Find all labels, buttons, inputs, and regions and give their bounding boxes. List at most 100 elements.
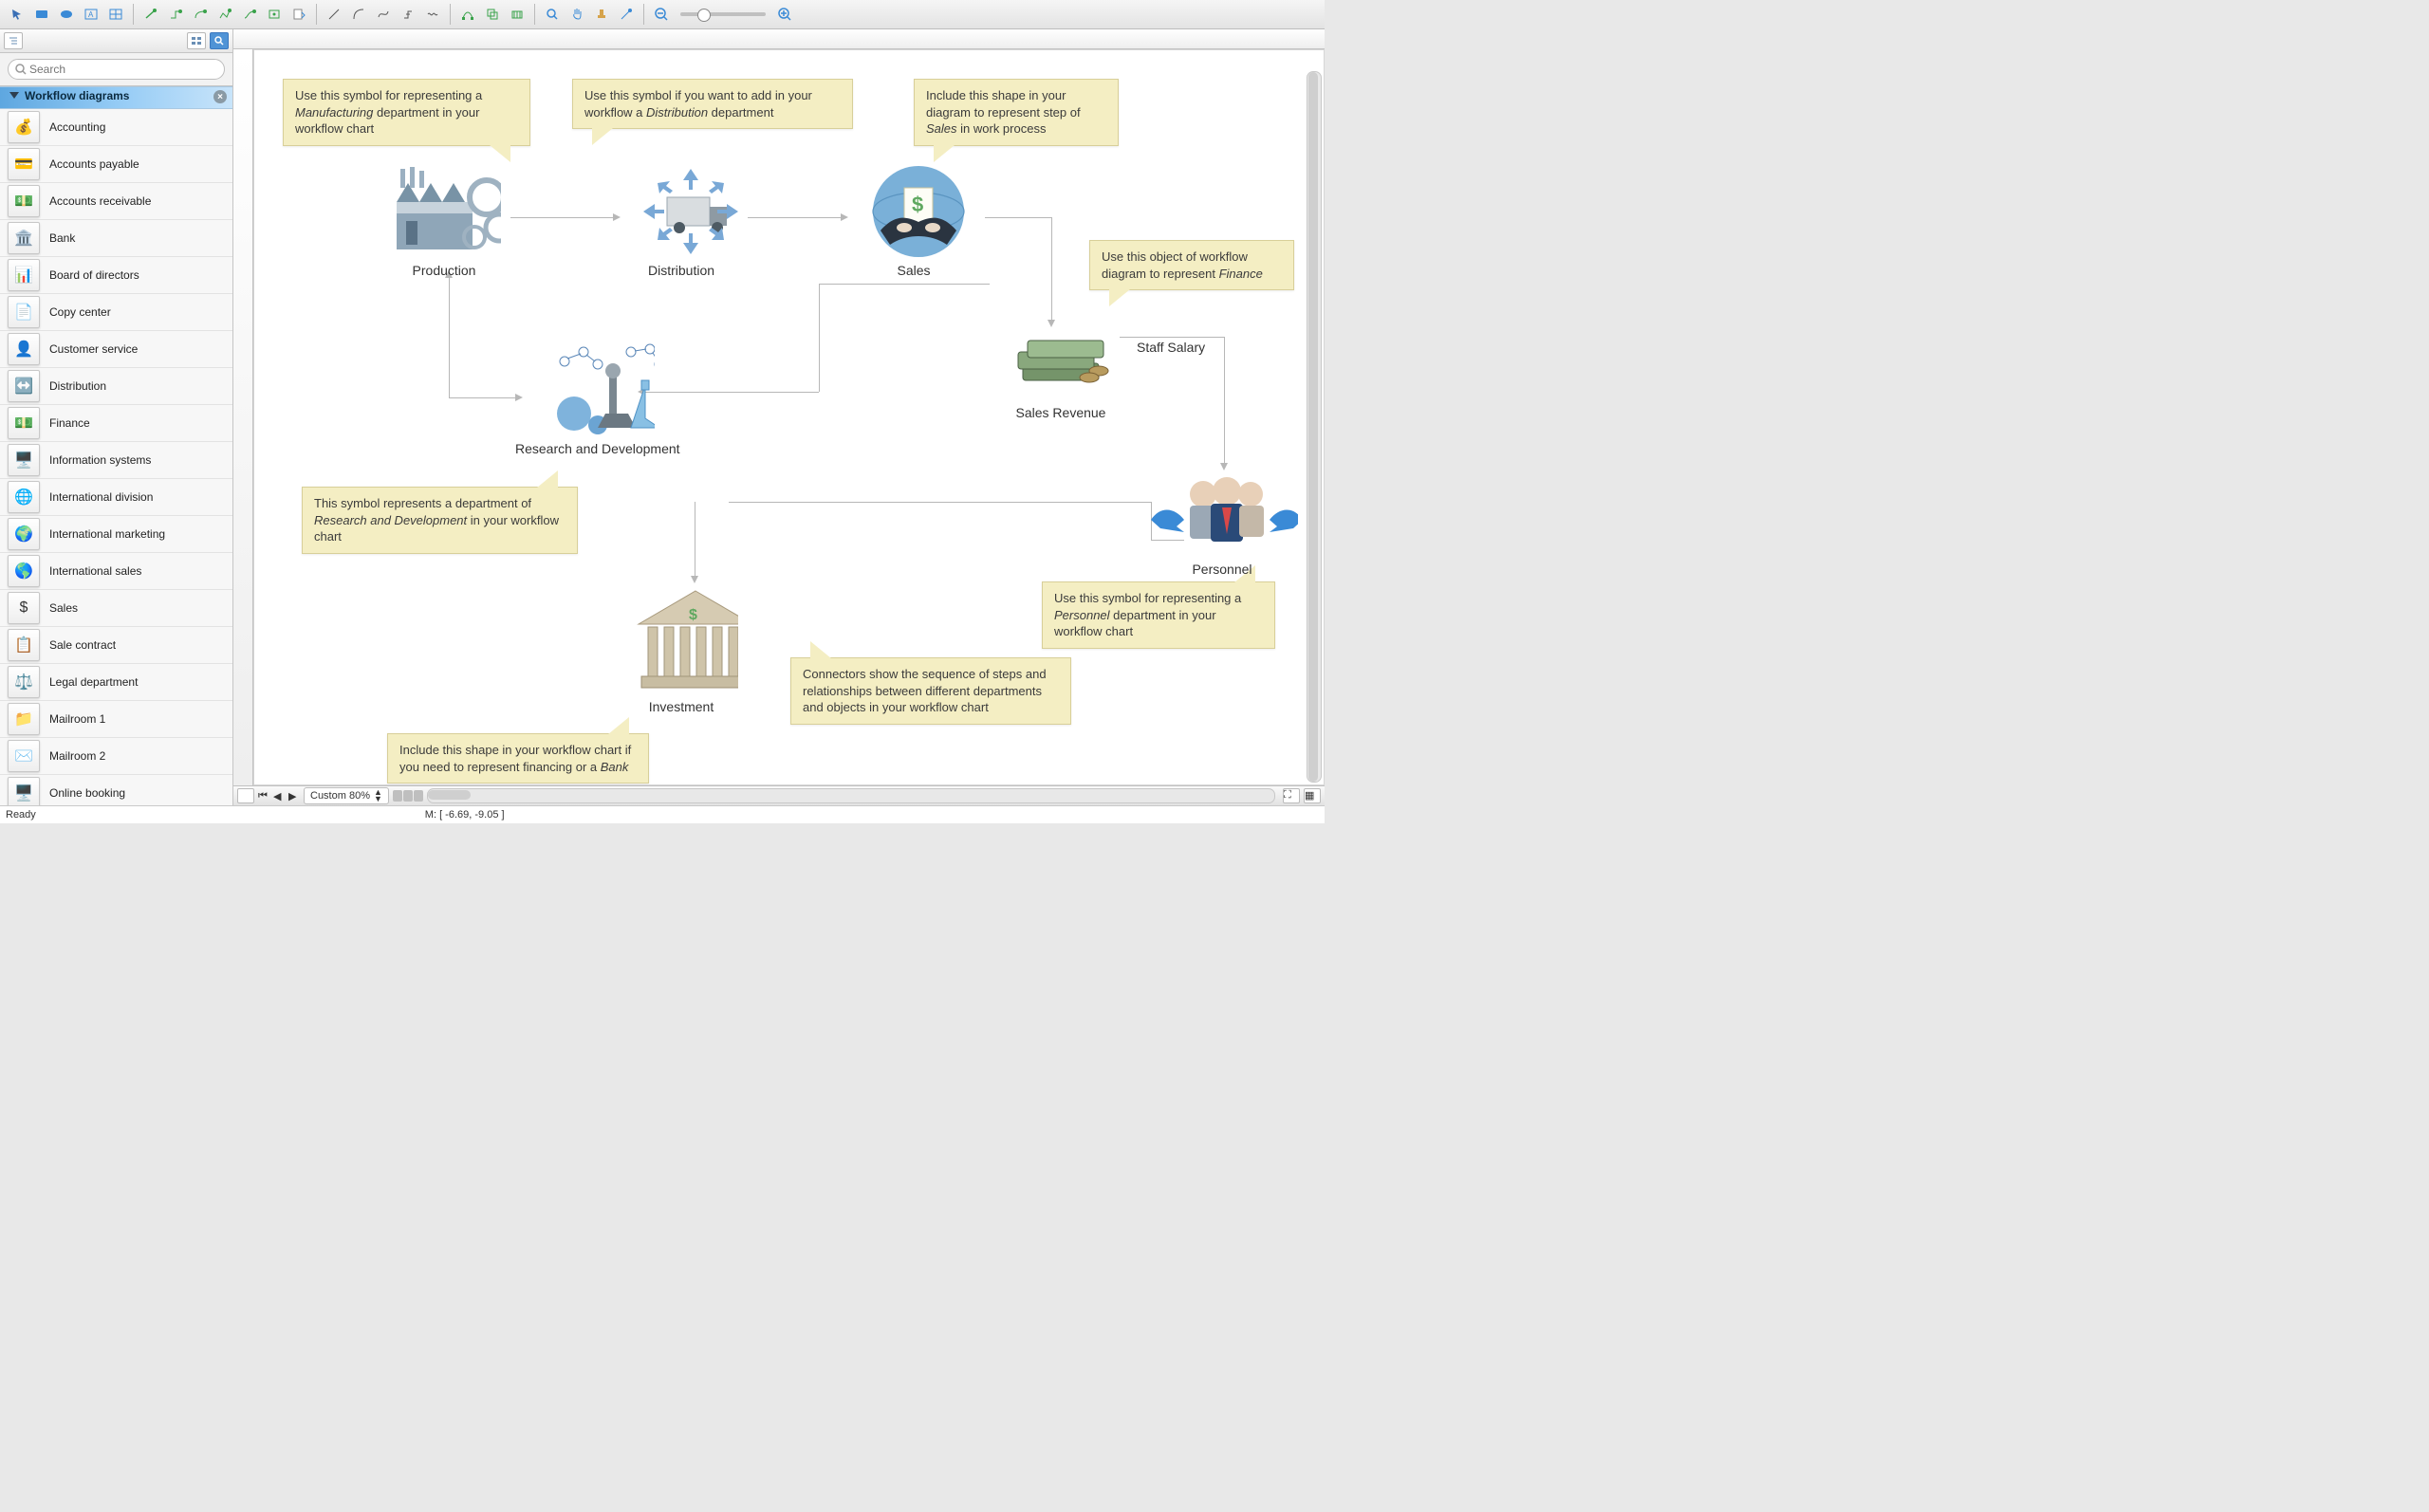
tool-edit-nodes-2[interactable] bbox=[481, 3, 504, 26]
zoom-level-picker[interactable]: Custom 80%▲▼ bbox=[304, 787, 389, 804]
nav-next-page[interactable]: ▶ bbox=[288, 790, 300, 802]
category-header[interactable]: Workflow diagrams × bbox=[0, 86, 232, 109]
tool-edit-nodes-3[interactable] bbox=[506, 3, 528, 26]
tool-line[interactable] bbox=[323, 3, 345, 26]
zoom-slider[interactable] bbox=[680, 12, 766, 16]
shape-item[interactable]: 🌎International sales bbox=[0, 553, 232, 590]
shapes-sidebar: Workflow diagrams × 💰Accounting💳Accounts… bbox=[0, 29, 233, 805]
sidebar-view-tree[interactable] bbox=[4, 32, 23, 49]
shape-item[interactable]: 📋Sale contract bbox=[0, 627, 232, 664]
arrow-icon bbox=[691, 576, 698, 583]
tool-page-setup[interactable] bbox=[287, 3, 310, 26]
shape-item[interactable]: 📄Copy center bbox=[0, 294, 232, 331]
tool-connector-2[interactable] bbox=[164, 3, 187, 26]
shape-item[interactable]: 💵Finance bbox=[0, 405, 232, 442]
tool-ellipse[interactable] bbox=[55, 3, 78, 26]
grid-toggle-button[interactable]: ▦ bbox=[1304, 788, 1321, 803]
node-personnel[interactable]: Personnel bbox=[1146, 468, 1298, 577]
node-investment[interactable]: $ Investment bbox=[624, 581, 738, 714]
shape-item[interactable]: ↔️Distribution bbox=[0, 368, 232, 405]
node-rnd[interactable]: Research and Development bbox=[515, 342, 680, 456]
scrollbar-horizontal[interactable] bbox=[427, 788, 1275, 803]
shape-item[interactable]: 💳Accounts payable bbox=[0, 146, 232, 183]
ruler-horizontal bbox=[233, 29, 1325, 49]
tool-spline[interactable] bbox=[397, 3, 419, 26]
tool-pan[interactable] bbox=[566, 3, 588, 26]
svg-text:$: $ bbox=[912, 193, 923, 216]
status-mouse-coords: M: [ -6.69, -9.05 ] bbox=[425, 809, 505, 821]
connector bbox=[819, 284, 990, 285]
shape-item[interactable]: 📊Board of directors bbox=[0, 257, 232, 294]
fit-page-button[interactable]: ⛶ bbox=[1283, 788, 1300, 803]
drawing-canvas[interactable]: Use this symbol for representing a Manuf… bbox=[253, 49, 1325, 785]
sidebar-view-grid[interactable] bbox=[187, 32, 206, 49]
shape-thumbnail-icon: 📁 bbox=[8, 703, 40, 735]
node-production[interactable]: Production bbox=[387, 164, 501, 278]
status-ready: Ready bbox=[6, 809, 36, 821]
tool-pointer[interactable] bbox=[6, 3, 28, 26]
tool-rect[interactable] bbox=[30, 3, 53, 26]
connector bbox=[1151, 540, 1184, 541]
node-label: Investment bbox=[649, 699, 714, 714]
node-staff-salary-label: Staff Salary bbox=[1137, 340, 1205, 355]
tool-table[interactable] bbox=[104, 3, 127, 26]
shape-thumbnail-icon: $ bbox=[8, 592, 40, 624]
node-sales[interactable]: $ Sales bbox=[857, 164, 971, 278]
tool-edit-nodes-1[interactable] bbox=[456, 3, 479, 26]
arrow-icon bbox=[613, 213, 621, 221]
tool-arc[interactable] bbox=[347, 3, 370, 26]
tool-eyedropper[interactable] bbox=[615, 3, 638, 26]
shape-item[interactable]: ⚖️Legal department bbox=[0, 664, 232, 701]
shape-item[interactable]: 🌍International marketing bbox=[0, 516, 232, 553]
page-layout-button[interactable] bbox=[237, 788, 254, 803]
arrow-icon bbox=[515, 394, 523, 401]
tool-freehand[interactable] bbox=[421, 3, 444, 26]
scrollbar-vertical[interactable] bbox=[1307, 71, 1322, 783]
shape-item[interactable]: ✉️Mailroom 2 bbox=[0, 738, 232, 775]
nav-first-page[interactable]: ⏮ bbox=[258, 790, 269, 802]
nav-prev-page[interactable]: ◀ bbox=[273, 790, 285, 802]
shape-item[interactable]: 💵Accounts receivable bbox=[0, 183, 232, 220]
search-input[interactable] bbox=[8, 59, 225, 80]
tool-text[interactable]: A bbox=[80, 3, 102, 26]
tool-curve[interactable] bbox=[372, 3, 395, 26]
tool-connector-1[interactable] bbox=[139, 3, 162, 26]
toolbar-separator bbox=[534, 4, 535, 25]
zoom-out-button[interactable] bbox=[650, 3, 673, 26]
shape-item[interactable]: $Sales bbox=[0, 590, 232, 627]
shape-item[interactable]: 📁Mailroom 1 bbox=[0, 701, 232, 738]
shape-item[interactable]: 🌐International division bbox=[0, 479, 232, 516]
tool-connector-4[interactable] bbox=[213, 3, 236, 26]
node-label: Sales bbox=[897, 263, 930, 278]
sidebar-toolbar bbox=[0, 29, 232, 53]
shape-item[interactable]: 🏛️Bank bbox=[0, 220, 232, 257]
connector bbox=[985, 217, 1051, 218]
shape-label: Legal department bbox=[49, 675, 138, 689]
view-mode-toggle[interactable] bbox=[393, 790, 423, 802]
shape-item[interactable]: 💰Accounting bbox=[0, 109, 232, 146]
shape-list[interactable]: 💰Accounting💳Accounts payable💵Accounts re… bbox=[0, 109, 232, 805]
main-toolbar: A bbox=[0, 0, 1325, 29]
shape-item[interactable]: 🖥️Information systems bbox=[0, 442, 232, 479]
category-close-button[interactable]: × bbox=[213, 90, 227, 103]
shape-thumbnail-icon: 📊 bbox=[8, 259, 40, 291]
tool-zoom[interactable] bbox=[541, 3, 564, 26]
tool-connector-5[interactable] bbox=[238, 3, 261, 26]
arrow-icon bbox=[638, 388, 645, 396]
zoom-in-button[interactable] bbox=[773, 3, 796, 26]
connector bbox=[449, 276, 450, 397]
tool-stamp[interactable] bbox=[590, 3, 613, 26]
node-sales-revenue[interactable]: Sales Revenue bbox=[1004, 325, 1118, 420]
shape-item[interactable]: 🖥️Online booking bbox=[0, 775, 232, 805]
shape-label: International marketing bbox=[49, 527, 165, 541]
shape-thumbnail-icon: 👤 bbox=[8, 333, 40, 365]
node-distribution[interactable]: Distribution bbox=[624, 164, 738, 278]
sidebar-search-toggle[interactable] bbox=[210, 32, 229, 49]
tool-connector-6[interactable] bbox=[263, 3, 286, 26]
shape-thumbnail-icon: ↔️ bbox=[8, 370, 40, 402]
shape-label: Sale contract bbox=[49, 638, 116, 652]
node-label: Production bbox=[413, 263, 476, 278]
shape-item[interactable]: 👤Customer service bbox=[0, 331, 232, 368]
tool-connector-3[interactable] bbox=[189, 3, 212, 26]
sales-icon: $ bbox=[857, 164, 971, 259]
